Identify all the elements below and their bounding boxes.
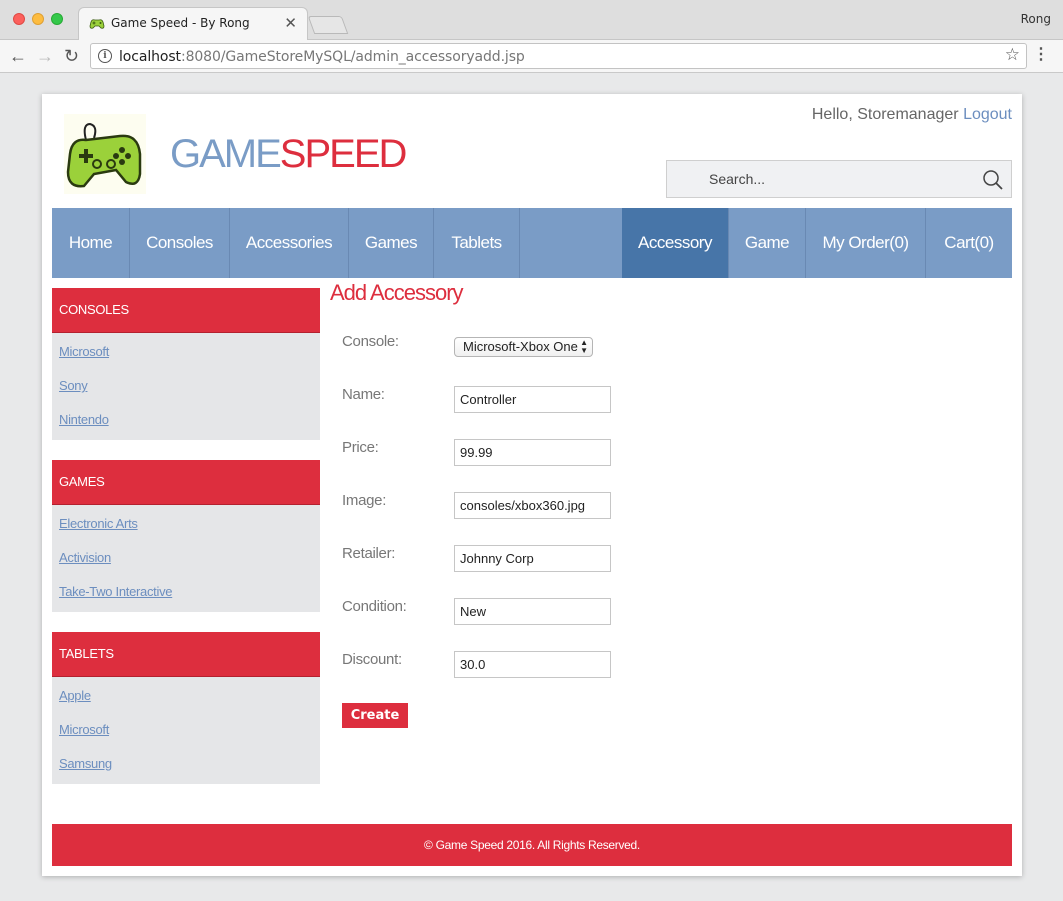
search-input[interactable]	[675, 161, 975, 197]
nav-home[interactable]: Home	[52, 208, 129, 278]
minimize-window-button[interactable]	[32, 13, 44, 25]
new-tab-button[interactable]	[307, 16, 349, 34]
condition-label: Condition:	[342, 598, 407, 615]
gamepad-favicon-icon	[89, 19, 105, 29]
price-field[interactable]	[454, 439, 611, 466]
close-window-button[interactable]	[13, 13, 25, 25]
nav-consoles[interactable]: Consoles	[130, 208, 229, 278]
image-label: Image:	[342, 492, 387, 509]
page-title: Add Accessory	[330, 280, 464, 305]
browser-tab-bar: Game Speed - By Rong ✕ Rong	[0, 0, 1063, 40]
create-button[interactable]: Create	[342, 703, 408, 728]
name-field[interactable]	[454, 386, 611, 413]
url-text[interactable]: localhost:8080/GameStoreMySQL/admin_acce…	[119, 49, 525, 65]
select-arrows-icon: ▲ ▼	[580, 338, 588, 355]
sidebar-link[interactable]: Microsoft	[52, 335, 320, 369]
sidebar-link[interactable]: Activision	[52, 541, 320, 575]
console-select[interactable]: Microsoft-Xbox One ▲ ▼	[454, 337, 593, 357]
nav-my-order[interactable]: My Order(0)	[806, 208, 925, 278]
sidebar-link[interactable]: Sony	[52, 369, 320, 403]
reload-icon[interactable]: ↻	[64, 46, 79, 66]
logout-link[interactable]: Logout	[963, 106, 1012, 123]
nav-games[interactable]: Games	[349, 208, 433, 278]
info-icon[interactable]: i	[98, 49, 112, 63]
tab-title: Game Speed - By Rong	[111, 16, 250, 30]
profile-name[interactable]: Rong	[1021, 12, 1051, 26]
back-arrow-icon[interactable]: ←	[9, 46, 27, 66]
sidebar-link[interactable]: Electronic Arts	[52, 507, 320, 541]
discount-field[interactable]	[454, 651, 611, 678]
user-greeting: Hello, Storemanager Logout	[811, 106, 1012, 123]
nav-accessories[interactable]: Accessories	[230, 208, 348, 278]
browser-menu-icon[interactable]: ⋮	[1033, 44, 1049, 64]
nav-game-admin[interactable]: Game	[729, 208, 805, 278]
sidebar-games: GAMES Electronic Arts Activision Take-Tw…	[52, 460, 320, 612]
bookmark-star-icon[interactable]: ☆	[1005, 45, 1020, 65]
sidebar-tablets: TABLETS Apple Microsoft Samsung	[52, 632, 320, 784]
gamepad-logo-icon[interactable]	[64, 114, 146, 194]
price-label: Price:	[342, 439, 379, 456]
sidebar-heading: CONSOLES	[52, 288, 320, 333]
browser-tab[interactable]: Game Speed - By Rong ✕	[78, 7, 308, 40]
sidebar-link[interactable]: Apple	[52, 679, 320, 713]
footer: © Game Speed 2016. All Rights Reserved.	[52, 824, 1012, 866]
name-label: Name:	[342, 386, 385, 403]
sidebar-heading: GAMES	[52, 460, 320, 505]
forward-arrow-icon[interactable]: →	[36, 46, 54, 66]
sidebar-link[interactable]: Samsung	[52, 747, 320, 781]
retailer-label: Retailer:	[342, 545, 396, 562]
retailer-field[interactable]	[454, 545, 611, 572]
sidebar-link[interactable]: Nintendo	[52, 403, 320, 437]
condition-field[interactable]	[454, 598, 611, 625]
address-bar[interactable]: i localhost:8080/GameStoreMySQL/admin_ac…	[90, 43, 1027, 69]
site-brand[interactable]: GAMESPEED	[170, 132, 407, 177]
browser-toolbar: ← → ↻ i localhost:8080/GameStoreMySQL/ad…	[0, 40, 1063, 73]
sidebar-link[interactable]: Microsoft	[52, 713, 320, 747]
main-nav: Home Consoles Accessories Games Tablets …	[52, 208, 1012, 278]
sidebar-consoles: CONSOLES Microsoft Sony Nintendo	[52, 288, 320, 440]
search-box	[666, 160, 1012, 198]
sidebar-heading: TABLETS	[52, 632, 320, 677]
nav-tablets[interactable]: Tablets	[434, 208, 519, 278]
nav-cart[interactable]: Cart(0)	[926, 208, 1012, 278]
close-tab-icon[interactable]: ✕	[284, 14, 297, 32]
sidebar-link[interactable]: Take-Two Interactive	[52, 575, 320, 609]
console-label: Console:	[342, 333, 399, 350]
maximize-window-button[interactable]	[51, 13, 63, 25]
search-icon[interactable]	[982, 169, 1004, 191]
image-field[interactable]	[454, 492, 611, 519]
discount-label: Discount:	[342, 651, 402, 668]
page-container: GAMESPEED Hello, Storemanager Logout Hom…	[42, 94, 1022, 876]
nav-accessory-admin[interactable]: Accessory	[622, 208, 728, 278]
